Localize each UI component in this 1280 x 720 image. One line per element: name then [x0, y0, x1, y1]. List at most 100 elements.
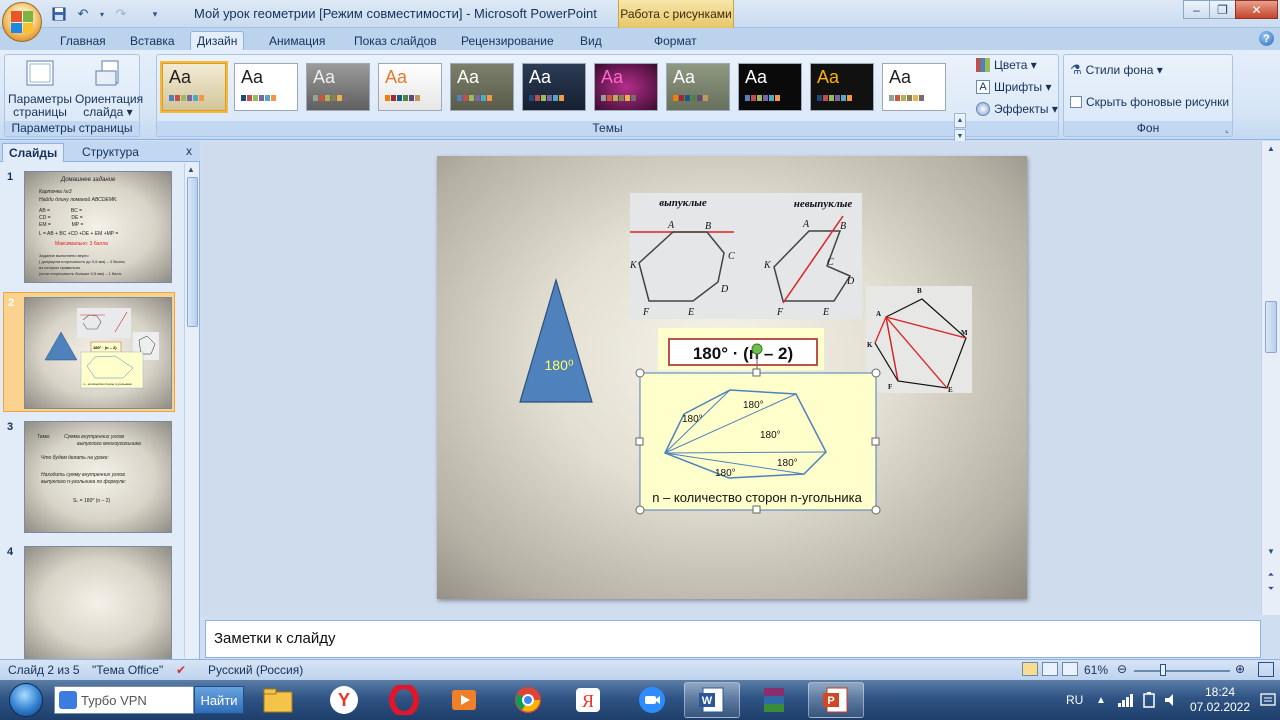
page-setup-button[interactable]: Параметры страницы — [7, 59, 73, 119]
scroll-down-icon[interactable]: ▼ — [1265, 546, 1277, 558]
chrome-icon[interactable] — [500, 682, 556, 718]
vertex-label: A — [876, 310, 881, 318]
clock[interactable]: 18:24 07.02.2022 — [1190, 680, 1250, 720]
pentagon-picture[interactable] — [866, 286, 972, 393]
fonts-button[interactable]: A Шрифты ▾ — [976, 78, 1051, 96]
quick-access-toolbar: ↶ ▾ ↷ ▾ — [50, 4, 164, 24]
notes-pane[interactable]: Заметки к слайду — [205, 620, 1261, 658]
fit-to-window-icon[interactable] — [1258, 662, 1274, 677]
notifications-icon[interactable] — [1260, 680, 1276, 720]
tab-review[interactable]: Рецензирование — [455, 31, 560, 50]
yandex-icon[interactable]: Я — [560, 682, 616, 718]
theme-thumbnail-10[interactable]: Aa — [810, 63, 874, 111]
tab-design[interactable]: Дизайн — [190, 31, 245, 50]
tab-insert[interactable]: Вставка — [124, 31, 181, 50]
redo-icon[interactable]: ↷ — [112, 5, 130, 23]
thumb-text: Карточка №3 — [39, 189, 72, 195]
save-icon[interactable] — [50, 5, 68, 23]
panel-close-icon[interactable]: x — [186, 144, 192, 158]
volume-icon[interactable] — [1164, 680, 1180, 720]
theme-thumbnail-2[interactable]: Aa — [234, 63, 298, 111]
previous-slide-icon[interactable]: ⏶ — [1265, 569, 1277, 581]
view-buttons — [1022, 662, 1078, 676]
tab-view[interactable]: Вид — [574, 31, 608, 50]
file-explorer-icon[interactable] — [250, 682, 306, 718]
network-icon[interactable] — [1118, 680, 1134, 720]
word-icon[interactable]: W — [684, 682, 740, 718]
slide-thumbnail-1[interactable]: 1 Домашнее задание Карточка №3 Найди дли… — [0, 167, 184, 287]
slide-thumbnail-2[interactable]: 2 180° · (n – 2) n – количество сторон n… — [3, 292, 175, 412]
search-button[interactable]: Найти — [194, 686, 244, 714]
zoom-out-icon[interactable]: ⊖ — [1117, 662, 1127, 676]
slide-thumbnail-4[interactable]: 4 — [0, 542, 184, 662]
orientation-icon — [92, 59, 124, 89]
scrollbar-thumb[interactable] — [1265, 301, 1277, 353]
scrollbar-thumb[interactable] — [187, 177, 198, 327]
thumb-text: выпуклого многоугольника — [77, 441, 141, 447]
undo-icon[interactable]: ↶ — [74, 5, 92, 23]
effects-button[interactable]: Эффекты ▾ — [976, 100, 1058, 118]
winrar-icon[interactable] — [746, 682, 802, 718]
powerpoint-icon[interactable]: P — [808, 682, 864, 718]
start-button[interactable] — [4, 680, 48, 720]
tab-animation[interactable]: Анимация — [263, 31, 331, 50]
theme-thumbnail-11[interactable]: Aa — [882, 63, 946, 111]
tab-slides[interactable]: Слайды — [2, 143, 65, 162]
rotation-handle-icon[interactable] — [751, 343, 763, 355]
hide-background-checkbox[interactable]: Скрыть фоновые рисунки — [1070, 93, 1229, 111]
slide-thumbnail-3[interactable]: 3 Тема: Сумма внутренних углов выпуклого… — [0, 417, 184, 537]
theme-thumbnail-5[interactable]: Aa — [450, 63, 514, 111]
zoom-slider-thumb[interactable] — [1160, 664, 1166, 676]
thumb-text: Sₙ = 180⁰ (n – 2) — [73, 498, 111, 504]
battery-icon[interactable] — [1142, 680, 1156, 720]
scroll-up-icon[interactable]: ▲ — [1265, 143, 1277, 155]
theme-thumbnail-3[interactable]: Aa — [306, 63, 370, 111]
zoom-slider[interactable] — [1134, 670, 1230, 672]
theme-thumbnail-7[interactable]: Aa — [594, 63, 658, 111]
taskbar-search-box[interactable]: Турбо VPN — [54, 686, 194, 714]
minimize-button[interactable]: – — [1183, 0, 1210, 19]
close-button[interactable]: ✕ — [1235, 0, 1278, 19]
dialog-launcher-icon[interactable]: ⌞ — [1225, 125, 1229, 134]
office-button[interactable] — [2, 2, 42, 42]
convex-nonconvex-picture[interactable]: выпуклые невыпуклые — [630, 193, 862, 319]
tab-outline[interactable]: Структура — [76, 143, 145, 162]
next-slide-icon[interactable]: ⏷ — [1265, 583, 1277, 595]
spellcheck-icon[interactable]: ✔ — [176, 663, 186, 677]
fonts-label: Шрифты ▾ — [994, 80, 1052, 94]
theme-thumbnail-9[interactable]: Aa — [738, 63, 802, 111]
thumb-text: Домашнее задание — [61, 177, 116, 183]
media-player-icon[interactable] — [436, 682, 492, 718]
tab-slideshow[interactable]: Показ слайдов — [348, 31, 443, 50]
slide-orientation-button[interactable]: Ориентация слайда ▾ — [75, 59, 143, 119]
tab-format[interactable]: Формат — [648, 31, 703, 50]
theme-thumbnail-4[interactable]: Aa — [378, 63, 442, 111]
customize-qat-icon[interactable]: ▾ — [146, 5, 164, 23]
scroll-up-icon[interactable]: ▲ — [187, 165, 195, 174]
language-indicator[interactable]: RU — [1066, 680, 1083, 720]
tab-home[interactable]: Главная — [54, 31, 112, 50]
theme-thumbnail-8[interactable]: Aa — [666, 63, 730, 111]
undo-dropdown-icon[interactable]: ▾ — [98, 5, 106, 23]
slide-sorter-view-icon[interactable] — [1042, 662, 1058, 676]
tray-expand-icon[interactable]: ▲ — [1096, 680, 1106, 720]
opera-icon[interactable] — [376, 682, 432, 718]
group-label-page-setup: Параметры страницы — [5, 121, 139, 136]
themes-scroll-up-icon[interactable]: ▲ — [954, 113, 966, 129]
theme-thumbnail-1[interactable]: Aa — [160, 61, 228, 113]
restore-button[interactable]: ❐ — [1209, 0, 1236, 19]
triangle-shape[interactable] — [519, 277, 593, 403]
slideshow-view-icon[interactable] — [1062, 662, 1078, 676]
slide-vertical-scrollbar[interactable]: ▲ ▼ ⏶ ⏷ — [1261, 141, 1280, 615]
theme-thumbnail-6[interactable]: Aa — [522, 63, 586, 111]
normal-view-icon[interactable] — [1022, 662, 1038, 676]
zoom-in-icon[interactable]: ⊕ — [1235, 662, 1245, 676]
zoom-app-icon[interactable] — [624, 682, 680, 718]
colors-button[interactable]: Цвета ▾ — [976, 56, 1037, 74]
help-icon[interactable]: ? — [1259, 31, 1274, 46]
zoom-level[interactable]: 61% — [1084, 663, 1108, 677]
background-styles-button[interactable]: ⚗ Стили фона ▾ — [1070, 61, 1163, 79]
slides-panel-scrollbar[interactable]: ▲ — [184, 163, 199, 658]
yandex-browser-icon[interactable]: Y — [316, 682, 372, 718]
language-status[interactable]: Русский (Россия) — [208, 663, 303, 677]
